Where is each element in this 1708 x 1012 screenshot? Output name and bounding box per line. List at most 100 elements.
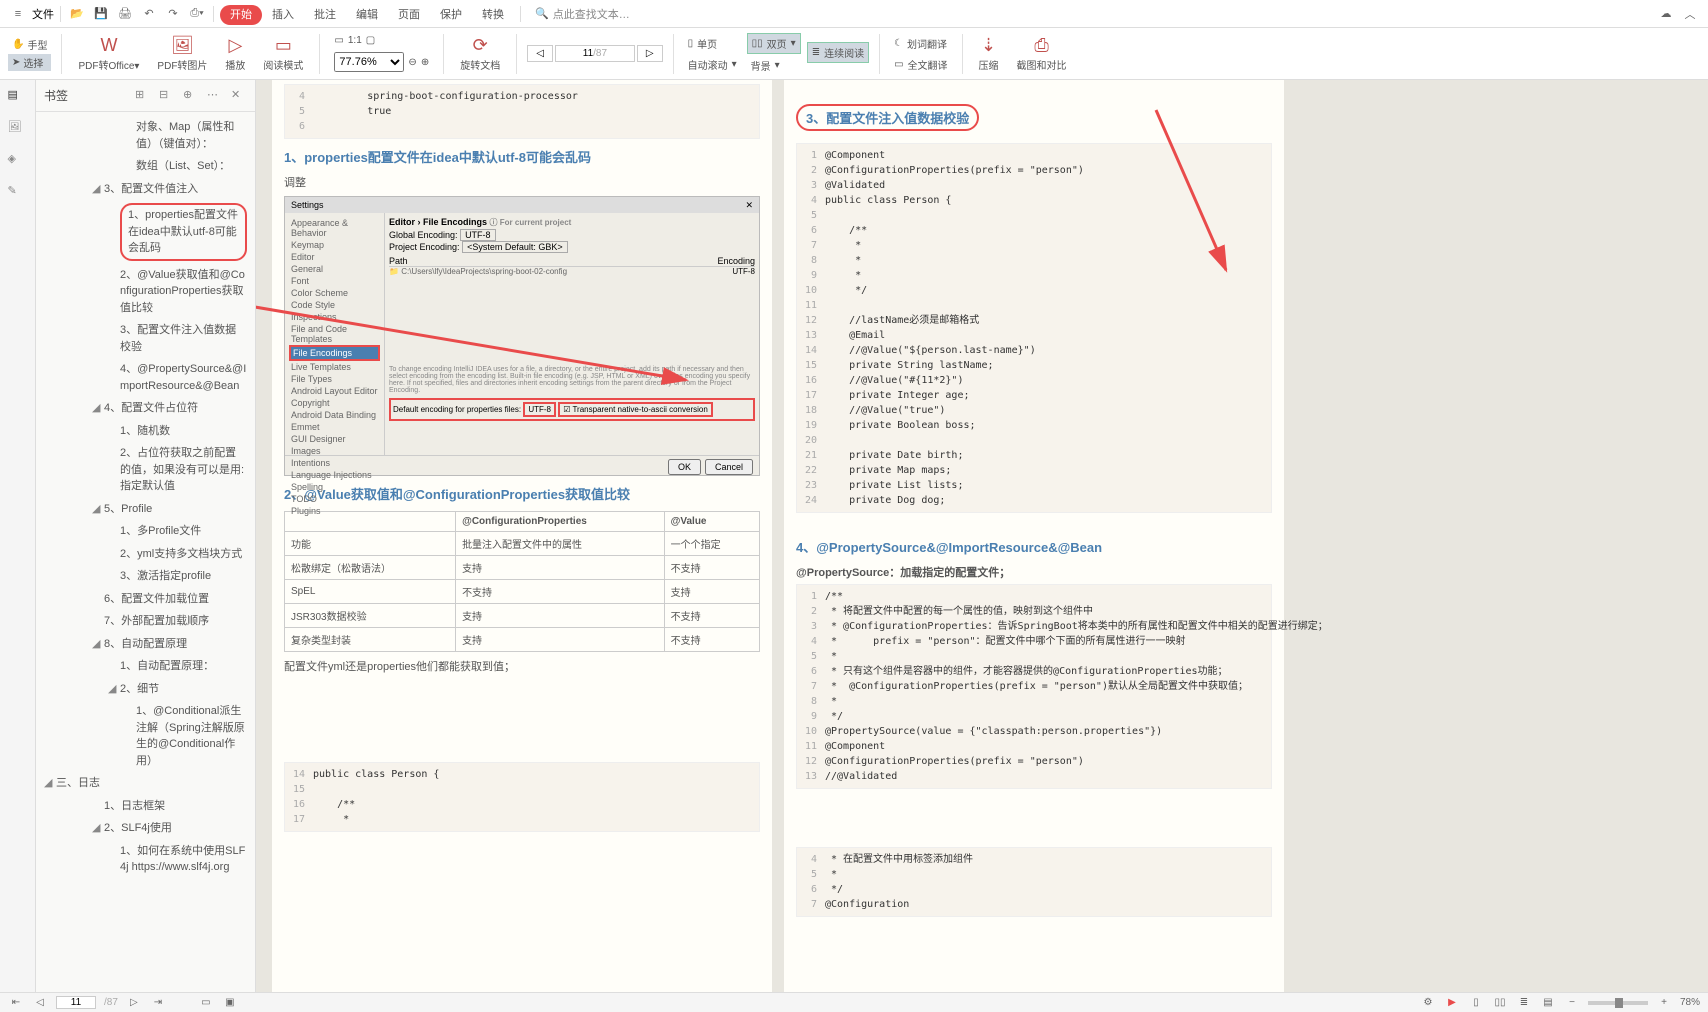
layout-4-icon[interactable]: ▤ — [1540, 995, 1556, 1011]
select-tool[interactable]: ➤选择 — [8, 54, 51, 71]
bookmark-item[interactable]: 7、外部配置加载顺序 — [36, 610, 255, 633]
bookmark-item[interactable]: ◢4、配置文件占位符 — [36, 397, 255, 420]
open-icon[interactable]: 📂 — [67, 4, 87, 24]
menu-tab[interactable]: 批注 — [304, 5, 346, 25]
chevron-up-icon[interactable]: ︿ — [1680, 4, 1700, 24]
bookmarks-panel: 书签 ⊞ ⊟ ⊕ ⋯ ✕ 对象、Map（属性和值）（键值对）：数组（List、S… — [36, 80, 256, 992]
read-mode-button[interactable]: ▭阅读模式 — [257, 33, 309, 74]
menu-tab[interactable]: 开始 — [220, 5, 262, 25]
pdf-to-office-button[interactable]: WPDF转Office▾ — [72, 33, 145, 74]
bookmark-item[interactable]: 1、日志框架 — [36, 795, 255, 818]
page-input[interactable] — [56, 996, 96, 1009]
menu-tab[interactable]: 转换 — [472, 5, 514, 25]
zoom-out-status-icon[interactable]: − — [1564, 995, 1580, 1011]
bookmarks-tab-icon[interactable]: ▤ — [8, 88, 28, 108]
screenshot-button[interactable]: ⎙截图和对比 — [1011, 33, 1073, 74]
document-viewport[interactable]: 4 spring-boot-configuration-processor5 t… — [256, 80, 1708, 992]
bookmark-item[interactable]: 数组（List、Set）： — [36, 155, 255, 178]
play-icon: ▷ — [229, 35, 243, 57]
auto-scroll-button[interactable]: 自动滚动▾ — [684, 55, 741, 74]
print-icon[interactable]: 🖨 — [115, 4, 135, 24]
add-bookmark-icon[interactable]: ⊕ — [183, 88, 199, 104]
next-page-button[interactable]: ▷ — [637, 45, 663, 62]
view-1-icon[interactable]: ▭ — [198, 995, 214, 1011]
zoom-in-icon[interactable]: ⊕ — [421, 57, 429, 68]
collapse-all-icon[interactable]: ⊟ — [159, 88, 175, 104]
bookmark-item[interactable]: 1、多Profile文件 — [36, 520, 255, 543]
pdf-page-left: 4 spring-boot-configuration-processor5 t… — [272, 80, 772, 992]
bookmark-item[interactable]: 3、激活指定profile — [36, 565, 255, 588]
menu-tab[interactable]: 插入 — [262, 5, 304, 25]
bookmark-item[interactable]: 3、配置文件注入值数据校验 — [36, 319, 255, 358]
zoom-select[interactable]: 77.76% — [334, 52, 404, 72]
menu-tab[interactable]: 编辑 — [346, 5, 388, 25]
word-translate-button[interactable]: ☾划词翻译 — [890, 34, 951, 53]
fit-actual-icon[interactable]: 1:1 — [348, 35, 362, 46]
continuous-button[interactable]: ≣连续阅读 — [807, 42, 869, 63]
bookmark-item[interactable]: ◢2、SLF4j使用 — [36, 817, 255, 840]
bookmark-item[interactable]: 1、@Conditional派生注解（Spring注解版原生的@Conditio… — [36, 700, 255, 772]
play-button[interactable]: ▷播放 — [219, 33, 251, 74]
cloud-icon[interactable]: ☁ — [1656, 4, 1676, 24]
layout-1-icon[interactable]: ▯ — [1468, 995, 1484, 1011]
expand-all-icon[interactable]: ⊞ — [135, 88, 151, 104]
zoom-in-status-icon[interactable]: + — [1656, 995, 1672, 1011]
heading-1: 1、properties配置文件在idea中默认utf-8可能会乱码 — [284, 147, 760, 166]
bookmark-item[interactable]: 2、@Value获取值和@ConfigurationProperties获取值比… — [36, 264, 255, 320]
compress-button[interactable]: ⇣压缩 — [973, 33, 1005, 74]
hand-tool[interactable]: ✋手型 — [8, 36, 51, 53]
translate-all-icon: ▭ — [894, 59, 903, 70]
save-icon[interactable]: 💾 — [91, 4, 111, 24]
fit-width-icon[interactable]: ▭ — [334, 35, 343, 46]
last-page-icon[interactable]: ⇥ — [150, 995, 166, 1011]
pdf-to-img-button[interactable]: 🖼PDF转图片 — [151, 33, 213, 74]
rotate-button[interactable]: ⟳旋转文档 — [454, 33, 506, 74]
bookmark-item[interactable]: ◢2、细节 — [36, 678, 255, 701]
prev-page-button[interactable]: ◁ — [527, 45, 553, 62]
bookmark-item[interactable]: ◢3、配置文件值注入 — [36, 178, 255, 201]
status-icon-2[interactable]: ▶ — [1444, 995, 1460, 1011]
bookmark-item[interactable]: ◢8、自动配置原理 — [36, 633, 255, 656]
bookmark-item[interactable]: 1、自动配置原理： — [36, 655, 255, 678]
file-menu[interactable]: 文件 — [32, 6, 54, 22]
bookmark-item[interactable]: 6、配置文件加载位置 — [36, 588, 255, 611]
continuous-icon: ≣ — [812, 47, 820, 58]
search-box[interactable]: 🔍 点此查找文本… — [535, 6, 630, 22]
first-page-icon[interactable]: ⇤ — [8, 995, 24, 1011]
attachments-tab-icon[interactable]: ◈ — [8, 152, 28, 172]
redo-icon[interactable]: ↷ — [163, 4, 183, 24]
bookmark-item[interactable]: 2、yml支持多文档块方式 — [36, 543, 255, 566]
next-page-icon[interactable]: ▷ — [126, 995, 142, 1011]
book-icon: ▭ — [275, 35, 292, 57]
bookmark-item[interactable]: 2、占位符获取之前配置的值，如果没有可以是用:指定默认值 — [36, 442, 255, 498]
comments-tab-icon[interactable]: ✎ — [8, 184, 28, 204]
bookmark-item[interactable]: ◢三、日志 — [36, 772, 255, 795]
menu-tab[interactable]: 页面 — [388, 5, 430, 25]
undo-icon[interactable]: ↶ — [139, 4, 159, 24]
bookmark-item[interactable]: 对象、Map（属性和值）（键值对）： — [36, 116, 255, 155]
close-panel-icon[interactable]: ✕ — [231, 88, 247, 104]
fit-page-icon[interactable]: ▢ — [366, 35, 375, 46]
export-icon[interactable]: ⎙▾ — [187, 4, 207, 24]
bookmark-item[interactable]: ◢5、Profile — [36, 498, 255, 521]
layout-3-icon[interactable]: ≣ — [1516, 995, 1532, 1011]
status-icon-1[interactable]: ⚙ — [1420, 995, 1436, 1011]
zoom-slider[interactable] — [1588, 1001, 1648, 1005]
bookmark-options-icon[interactable]: ⋯ — [207, 88, 223, 104]
bookmark-item[interactable]: 4、@PropertySource&@ImportResource&@Bean — [36, 358, 255, 397]
bookmark-item[interactable]: 1、随机数 — [36, 420, 255, 443]
bookmark-item[interactable]: 1、properties配置文件在idea中默认utf-8可能会乱码 — [36, 200, 255, 264]
prev-page-icon[interactable]: ◁ — [32, 995, 48, 1011]
page-num[interactable]: 11 — [583, 48, 593, 59]
layout-2-icon[interactable]: ▯▯ — [1492, 995, 1508, 1011]
bookmark-item[interactable]: 1、如何在系统中使用SLF4j https://www.slf4j.org — [36, 840, 255, 879]
thumbnails-tab-icon[interactable]: 🖼 — [8, 120, 28, 140]
full-translate-button[interactable]: ▭全文翻译 — [890, 55, 951, 74]
single-page-button[interactable]: ▯单页 — [684, 34, 741, 53]
view-2-icon[interactable]: ▣ — [222, 995, 238, 1011]
zoom-out-icon[interactable]: ⊖ — [408, 57, 416, 68]
menu-tab[interactable]: 保护 — [430, 5, 472, 25]
background-button[interactable]: 背景▾ — [747, 56, 801, 75]
menu-icon[interactable]: ≡ — [8, 4, 28, 24]
double-page-button[interactable]: ▯▯双页▾ — [747, 33, 801, 54]
